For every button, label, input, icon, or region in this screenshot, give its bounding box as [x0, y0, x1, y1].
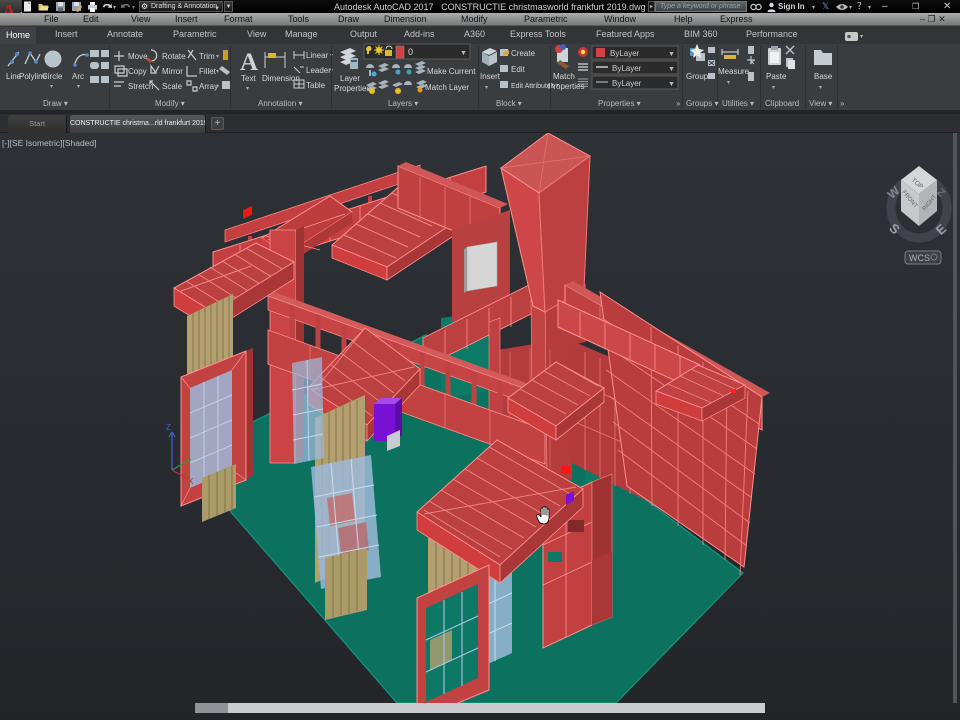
- svg-text:▼: ▼: [460, 50, 467, 57]
- svg-text:▾: ▾: [485, 85, 488, 91]
- svg-text:▾: ▾: [772, 85, 775, 91]
- svg-text:Paste: Paste: [766, 72, 787, 81]
- svg-text:Arc: Arc: [72, 72, 84, 81]
- svg-text:▾: ▾: [727, 80, 730, 86]
- svg-text:Match: Match: [553, 72, 575, 81]
- svg-text:Properties: Properties: [334, 84, 370, 93]
- svg-text:A: A: [240, 49, 258, 76]
- svg-text:ByLayer: ByLayer: [612, 79, 642, 88]
- svg-text:▼: ▼: [668, 66, 675, 73]
- svg-text:Make Current: Make Current: [427, 67, 476, 76]
- svg-text:Copy: Copy: [128, 67, 147, 76]
- svg-text:▾: ▾: [50, 84, 53, 90]
- svg-text:Move: Move: [128, 52, 148, 61]
- svg-text:Z: Z: [166, 423, 171, 432]
- svg-text:Circle: Circle: [42, 72, 63, 81]
- svg-text:▾: ▾: [216, 69, 219, 75]
- svg-text:Trim: Trim: [199, 52, 215, 61]
- svg-text:Edit: Edit: [511, 65, 526, 74]
- svg-text:Rotate: Rotate: [162, 52, 186, 61]
- svg-text:Group: Group: [686, 72, 709, 81]
- svg-text:Leader: Leader: [306, 66, 331, 75]
- svg-text:Scale: Scale: [162, 82, 183, 91]
- svg-text:▼: ▼: [668, 51, 675, 58]
- svg-text:Layer: Layer: [340, 74, 360, 83]
- svg-text:Fillet: Fillet: [199, 67, 217, 76]
- svg-text:ByLayer: ByLayer: [610, 49, 640, 58]
- svg-text:▾: ▾: [77, 84, 80, 90]
- svg-text:Mirror: Mirror: [162, 67, 183, 76]
- svg-text:Linear: Linear: [306, 51, 329, 60]
- svg-text:▾: ▾: [819, 85, 822, 91]
- svg-text:Base: Base: [814, 72, 833, 81]
- svg-text:▾: ▾: [216, 54, 219, 60]
- svg-text:Create: Create: [511, 49, 536, 58]
- svg-text:Insert: Insert: [480, 72, 501, 81]
- svg-text:▾: ▾: [246, 86, 249, 92]
- svg-text:Table: Table: [306, 81, 326, 90]
- svg-text:▼: ▼: [668, 81, 675, 88]
- svg-text:ByLayer: ByLayer: [612, 64, 642, 73]
- svg-text:Measure: Measure: [718, 67, 750, 76]
- svg-text:▾: ▾: [216, 84, 219, 90]
- svg-text:X: X: [188, 477, 194, 486]
- svg-text:Stretch: Stretch: [128, 82, 153, 91]
- svg-text:WCS: WCS: [909, 253, 930, 263]
- svg-text:Text: Text: [241, 74, 256, 83]
- svg-text:0: 0: [408, 47, 413, 57]
- svg-text:Match Layer: Match Layer: [425, 83, 469, 92]
